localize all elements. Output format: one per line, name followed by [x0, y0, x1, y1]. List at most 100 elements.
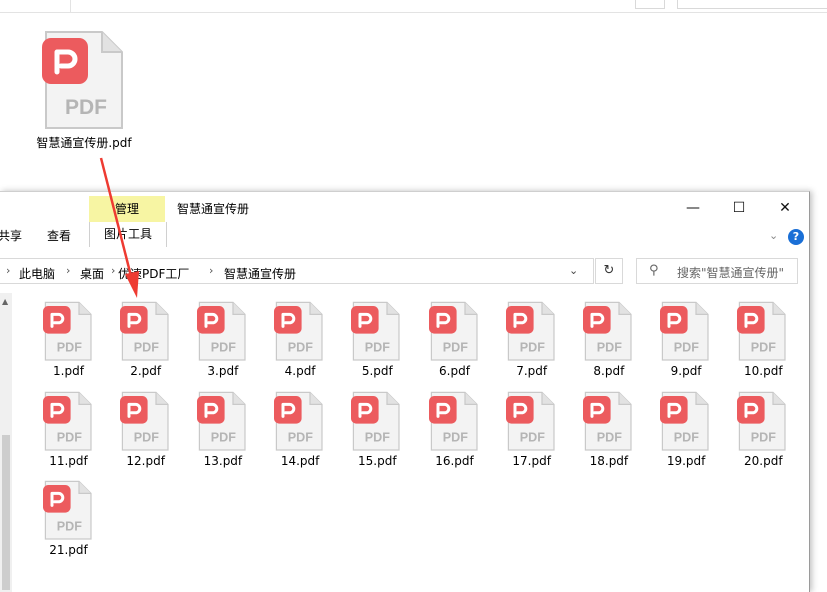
- tab-manage[interactable]: 管理: [89, 196, 165, 222]
- file-item[interactable]: PDF 15.pdf: [339, 390, 416, 468]
- svg-text:PDF: PDF: [442, 341, 467, 355]
- file-name-label: 13.pdf: [203, 453, 243, 468]
- pdf-file-icon: PDF: [274, 390, 326, 452]
- background-divider: [70, 0, 71, 12]
- file-name-label: 4.pdf: [284, 364, 316, 379]
- file-item[interactable]: PDF 16.pdf: [416, 390, 493, 468]
- scroll-up-icon[interactable]: ▲: [2, 297, 8, 306]
- pdf-file-icon: PDF: [505, 300, 558, 362]
- breadcrumb-separator[interactable]: ›: [66, 264, 70, 277]
- file-item[interactable]: PDF 18.pdf: [570, 390, 647, 468]
- pdf-file-icon: PDF: [582, 390, 635, 452]
- help-icon[interactable]: ?: [788, 229, 804, 245]
- file-name-label: 12.pdf: [126, 453, 165, 468]
- file-item[interactable]: PDF 5.pdf: [339, 300, 416, 378]
- file-name-label: 18.pdf: [589, 453, 629, 468]
- svg-text:PDF: PDF: [133, 341, 158, 355]
- pdf-file-icon: PDF: [428, 300, 481, 362]
- file-item[interactable]: PDF 7.pdf: [493, 300, 570, 378]
- pdf-file-icon: PDF: [274, 300, 326, 362]
- file-item[interactable]: PDF 9.pdf: [648, 300, 725, 378]
- file-item[interactable]: PDF 13.pdf: [184, 390, 261, 468]
- svg-text:PDF: PDF: [365, 430, 390, 444]
- scrollbar-thumb[interactable]: [2, 435, 10, 590]
- file-item[interactable]: PDF 19.pdf: [648, 390, 725, 468]
- file-name-label: 2.pdf: [130, 364, 162, 379]
- file-name-label: 14.pdf: [280, 453, 320, 468]
- svg-text:PDF: PDF: [674, 341, 699, 355]
- svg-text:PDF: PDF: [751, 430, 776, 444]
- file-name-label: 3.pdf: [207, 364, 239, 379]
- pdf-file-icon: PDF: [119, 390, 172, 452]
- file-name-label: 20.pdf: [744, 453, 783, 468]
- search-input[interactable]: ⚲ 搜索"智慧通宣传册": [636, 258, 798, 284]
- minimize-button[interactable]: —: [670, 196, 716, 220]
- breadcrumb-separator[interactable]: ›: [209, 264, 213, 277]
- file-item[interactable]: PDF 8.pdf: [570, 300, 647, 378]
- breadcrumb-separator[interactable]: ›: [111, 264, 115, 277]
- pdf-file-icon: PDF: [351, 300, 403, 362]
- svg-text:PDF: PDF: [133, 430, 158, 444]
- svg-text:PDF: PDF: [365, 341, 390, 355]
- file-name-label: 15.pdf: [358, 453, 397, 468]
- breadcrumb-folder-parent[interactable]: 优速PDF工厂: [118, 265, 189, 282]
- file-name-label: 17.pdf: [512, 453, 551, 468]
- background-search-field: [677, 0, 827, 9]
- breadcrumb-desktop[interactable]: 桌面: [80, 265, 104, 282]
- file-item[interactable]: PDF 10.pdf: [725, 300, 802, 378]
- svg-text:PDF: PDF: [519, 341, 544, 355]
- desktop-pdf-file[interactable]: PDF 智慧通宣传册.pdf: [24, 28, 144, 151]
- file-item[interactable]: PDF 14.pdf: [262, 390, 339, 468]
- search-icon: ⚲: [649, 263, 659, 278]
- close-button[interactable]: ✕: [762, 196, 808, 220]
- breadcrumb-separator: ›: [6, 264, 11, 277]
- file-name-label: 10.pdf: [744, 364, 783, 379]
- svg-text:PDF: PDF: [211, 430, 236, 444]
- file-name-label: 5.pdf: [361, 364, 393, 379]
- pdf-file-icon: PDF: [196, 390, 249, 452]
- pdf-file-icon: PDF: [42, 300, 95, 362]
- pdf-file-icon: PDF: [428, 390, 481, 452]
- maximize-button[interactable]: ☐: [716, 196, 762, 220]
- file-item[interactable]: PDF 2.pdf: [107, 300, 184, 378]
- file-item[interactable]: PDF 17.pdf: [493, 390, 570, 468]
- pdf-file-icon: PDF: [660, 300, 712, 362]
- file-name-label: 16.pdf: [435, 453, 474, 468]
- file-explorer-window: 管理 智慧通宣传册 — ☐ ✕ 共享 查看 ⌄ 图片工具 ? › 此电脑 › 桌…: [0, 191, 810, 592]
- svg-text:PDF: PDF: [288, 430, 313, 444]
- tab-share[interactable]: 共享: [0, 227, 22, 244]
- file-item[interactable]: PDF 3.pdf: [184, 300, 261, 378]
- file-item[interactable]: PDF 1.pdf: [30, 300, 107, 378]
- file-item[interactable]: PDF 12.pdf: [107, 390, 184, 468]
- address-field[interactable]: › 此电脑 › 桌面 › 优速PDF工厂 › 智慧通宣传册 ⌄: [0, 258, 594, 284]
- breadcrumb-this-pc[interactable]: 此电脑: [19, 265, 55, 282]
- svg-text:PDF: PDF: [56, 520, 81, 534]
- address-dropdown-icon[interactable]: ⌄: [569, 264, 578, 277]
- tab-picture-tools[interactable]: 图片工具: [89, 222, 167, 247]
- svg-text:PDF: PDF: [288, 341, 313, 355]
- pdf-file-icon: PDF: [505, 390, 558, 452]
- refresh-button[interactable]: ↻: [595, 258, 623, 284]
- pdf-file-icon: PDF: [737, 390, 789, 452]
- file-item[interactable]: PDF 21.pdf: [30, 479, 107, 557]
- file-item[interactable]: PDF 20.pdf: [725, 390, 802, 468]
- file-name-label: 11.pdf: [49, 453, 88, 468]
- pdf-file-icon: PDF: [737, 300, 789, 362]
- desktop-file-label: 智慧通宣传册.pdf: [36, 136, 132, 150]
- title-bar: 管理 智慧通宣传册 — ☐ ✕: [0, 192, 809, 222]
- file-name-label: 6.pdf: [439, 364, 470, 379]
- navigation-pane-scrollbar[interactable]: ▲: [0, 293, 12, 592]
- tab-view[interactable]: 查看: [47, 227, 71, 244]
- svg-text:PDF: PDF: [442, 430, 467, 444]
- breadcrumb-current-folder[interactable]: 智慧通宣传册: [224, 265, 296, 282]
- svg-text:PDF: PDF: [211, 341, 236, 355]
- svg-text:PDF: PDF: [65, 96, 107, 119]
- svg-text:PDF: PDF: [751, 341, 776, 355]
- address-bar: › 此电脑 › 桌面 › 优速PDF工厂 › 智慧通宣传册 ⌄ ↻ ⚲ 搜索"智…: [0, 256, 809, 286]
- file-name-label: 8.pdf: [593, 364, 625, 379]
- file-item[interactable]: PDF 11.pdf: [30, 390, 107, 468]
- file-item[interactable]: PDF 6.pdf: [416, 300, 493, 378]
- ribbon-expand-icon[interactable]: ⌄: [769, 229, 778, 242]
- file-name-label: 21.pdf: [49, 543, 88, 558]
- file-item[interactable]: PDF 4.pdf: [262, 300, 339, 378]
